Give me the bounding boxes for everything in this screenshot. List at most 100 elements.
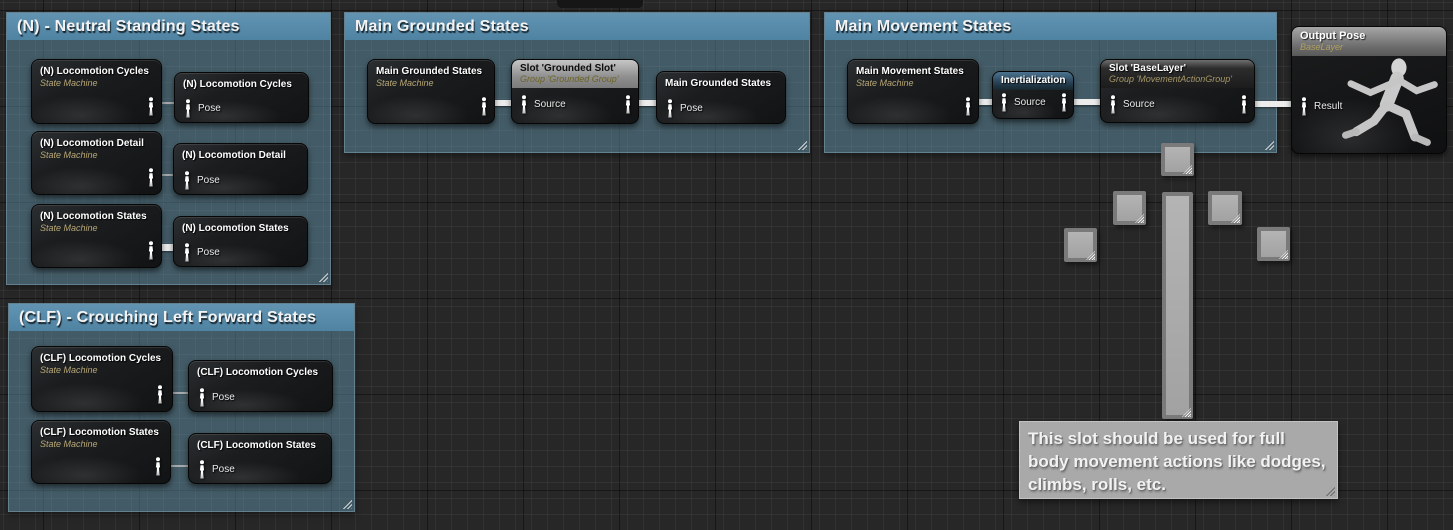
collapsed-comment[interactable] [1208, 191, 1242, 225]
person-icon [624, 95, 632, 114]
node-title: Output Pose [1300, 30, 1438, 42]
offscreen-node-edge [557, 0, 643, 8]
node-cache-main-grounded-states[interactable]: Main Grounded States Pose [656, 71, 786, 124]
person-icon [198, 460, 206, 479]
note-text: This slot should be used for full body m… [1028, 427, 1329, 496]
output-pose-pin[interactable] [156, 385, 164, 404]
output-pose-pin[interactable] [1060, 93, 1068, 112]
source-input-pin[interactable]: Source [1000, 93, 1046, 112]
comment-header[interactable]: Main Grounded States [345, 13, 809, 40]
node-title: (N) Locomotion States [32, 205, 161, 222]
node-sm-n-locomotion-states[interactable]: (N) Locomotion States State Machine [31, 204, 162, 268]
collapsed-comment-body [1165, 147, 1190, 172]
node-slot-grounded-slot[interactable]: Slot 'Grounded Slot' Group 'Grounded Gro… [511, 59, 639, 124]
animgraph-canvas[interactable]: (N) - Neutral Standing States Main Groun… [0, 0, 1453, 530]
node-title: (CLF) Locomotion Cycles [32, 347, 172, 364]
node-title: Main Grounded States [368, 60, 494, 77]
node-cache-n-locomotion-detail[interactable]: (N) Locomotion Detail Pose [173, 143, 308, 195]
comment-header[interactable]: (N) - Neutral Standing States [7, 13, 330, 40]
source-input-pin[interactable]: Source [1109, 95, 1155, 114]
person-icon [520, 95, 528, 114]
node-sm-main-grounded-states[interactable]: Main Grounded States State Machine [367, 59, 495, 124]
resize-handle-icon[interactable] [341, 498, 352, 509]
person-icon [1240, 95, 1248, 114]
comment-header[interactable]: (CLF) - Crouching Left Forward States [9, 304, 354, 331]
output-pose-pin[interactable] [624, 95, 632, 114]
node-subtitle: State Machine [32, 438, 170, 449]
node-title: Slot 'Grounded Slot' [520, 63, 630, 74]
node-inertialization[interactable]: Inertialization Source [992, 71, 1074, 119]
collapsed-comment[interactable] [1161, 143, 1194, 176]
pin-label: Pose [197, 247, 220, 258]
comment-slot-note[interactable]: This slot should be used for full body m… [1019, 421, 1338, 499]
comment-title: (N) - Neutral Standing States [17, 18, 240, 36]
person-icon [154, 457, 162, 476]
node-output-pose[interactable]: Output Pose BaseLayer Result [1291, 26, 1447, 154]
comment-header[interactable]: Main Movement States [825, 13, 1276, 40]
collapsed-comment[interactable] [1113, 191, 1146, 225]
pin-label: Pose [197, 175, 220, 186]
node-title: Inertialization [1001, 75, 1065, 86]
output-pose-pin[interactable] [964, 97, 972, 116]
output-pose-pin[interactable] [480, 97, 488, 116]
person-icon [1060, 93, 1068, 112]
person-icon [1000, 93, 1008, 112]
pin-label: Pose [212, 464, 235, 475]
pose-input-pin[interactable]: Pose [198, 460, 235, 479]
collapsed-comment[interactable] [1064, 228, 1097, 262]
node-sm-n-locomotion-cycles[interactable]: (N) Locomotion Cycles State Machine [31, 59, 162, 124]
output-pose-pin[interactable] [147, 241, 155, 260]
pose-input-pin[interactable]: Pose [183, 171, 220, 190]
node-cache-n-locomotion-states[interactable]: (N) Locomotion States Pose [173, 216, 308, 267]
collapsed-comment[interactable] [1257, 227, 1290, 261]
pin-label: Source [1014, 97, 1046, 108]
pose-input-pin[interactable]: Pose [184, 99, 221, 118]
person-icon [183, 243, 191, 262]
node-title: (CLF) Locomotion Cycles [189, 361, 332, 378]
pin-label: Pose [212, 392, 235, 403]
node-sm-clf-locomotion-states[interactable]: (CLF) Locomotion States State Machine [31, 420, 171, 484]
node-subtitle: State Machine [368, 77, 494, 88]
pin-label: Source [1123, 99, 1155, 110]
source-input-pin[interactable]: Source [520, 95, 566, 114]
node-title: (N) Locomotion Cycles [175, 73, 308, 90]
node-title: (N) Locomotion Detail [32, 132, 161, 149]
output-pose-pin[interactable] [147, 168, 155, 187]
collapsed-comment-body [1261, 231, 1286, 257]
collapsed-comment-body [1166, 196, 1189, 415]
node-sm-main-movement-states[interactable]: Main Movement States State Machine [847, 59, 979, 124]
node-sm-n-locomotion-detail[interactable]: (N) Locomotion Detail State Machine [31, 131, 162, 195]
node-cache-n-locomotion-cycles[interactable]: (N) Locomotion Cycles Pose [174, 72, 309, 123]
output-pose-pin[interactable] [1240, 95, 1248, 114]
node-cache-clf-locomotion-states[interactable]: (CLF) Locomotion States Pose [188, 433, 332, 484]
output-pose-pin[interactable] [147, 97, 155, 116]
person-icon [183, 171, 191, 190]
node-slot-baselayer[interactable]: Slot 'BaseLayer' Group 'MovementActionGr… [1100, 59, 1255, 123]
node-header: Inertialization [993, 72, 1073, 90]
comment-title: Main Grounded States [355, 18, 529, 36]
collapsed-comment-body [1068, 232, 1093, 258]
node-title: (CLF) Locomotion States [32, 421, 170, 438]
node-cache-clf-locomotion-cycles[interactable]: (CLF) Locomotion Cycles Pose [188, 360, 333, 412]
node-sm-clf-locomotion-cycles[interactable]: (CLF) Locomotion Cycles State Machine [31, 346, 173, 412]
collapsed-comment-tall[interactable] [1162, 192, 1193, 419]
result-input-pin[interactable]: Result [1300, 97, 1342, 116]
node-subtitle: State Machine [32, 77, 161, 88]
resize-handle-icon[interactable] [317, 271, 328, 282]
resize-handle-icon[interactable] [796, 139, 807, 150]
pose-input-pin[interactable]: Pose [198, 388, 235, 407]
node-title: Slot 'BaseLayer' [1109, 63, 1246, 74]
resize-handle-icon[interactable] [1263, 139, 1274, 150]
pin-label: Source [534, 99, 566, 110]
node-title: Main Grounded States [657, 72, 785, 89]
mannequin-figure-icon [1336, 57, 1444, 153]
node-subtitle: State Machine [32, 149, 161, 160]
comment-title: (CLF) - Crouching Left Forward States [19, 309, 316, 327]
person-icon [147, 97, 155, 116]
pose-input-pin[interactable]: Pose [666, 99, 703, 118]
person-icon [184, 99, 192, 118]
person-icon [964, 97, 972, 116]
pose-input-pin[interactable]: Pose [183, 243, 220, 262]
output-pose-pin[interactable] [154, 457, 162, 476]
node-subtitle: State Machine [848, 77, 978, 88]
